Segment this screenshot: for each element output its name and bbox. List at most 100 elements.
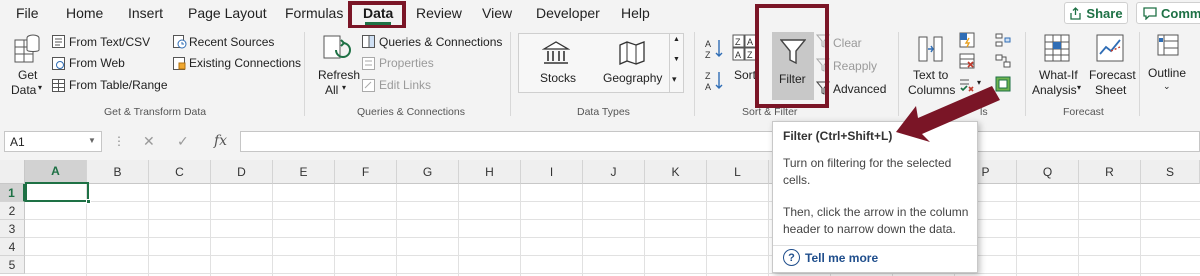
existing-connections-icon xyxy=(173,57,186,70)
tab-page-layout[interactable]: Page Layout xyxy=(188,5,267,21)
what-if-analysis-icon xyxy=(1044,34,1070,62)
recent-sources-icon xyxy=(173,35,187,49)
row-header-1[interactable]: 1 xyxy=(0,184,25,202)
tab-view[interactable]: View xyxy=(482,5,512,21)
tooltip-description-2: Then, click the arrow in the column head… xyxy=(783,205,969,236)
grid-row-line xyxy=(25,273,1200,274)
menu-bar: File Home Insert Page Layout Formulas Da… xyxy=(0,0,1200,28)
get-data-label-1: Get xyxy=(18,68,38,82)
remove-duplicates-icon xyxy=(959,53,975,69)
data-types-scroll[interactable]: ▲ ▼ ▾ xyxy=(669,34,683,92)
outline-icon xyxy=(1157,34,1179,56)
enter-icon[interactable]: ✓ xyxy=(177,133,189,150)
chevron-down-icon: ▾ xyxy=(342,83,347,92)
grid-column-line xyxy=(1140,184,1141,276)
row-header-4[interactable]: 4 xyxy=(0,238,25,256)
bank-icon xyxy=(542,41,570,64)
grid-column-line xyxy=(272,184,273,276)
comment-icon xyxy=(1143,6,1157,20)
group-label-data-types: Data Types xyxy=(577,106,630,118)
svg-text:Z: Z xyxy=(705,71,711,81)
grid-column-line xyxy=(148,184,149,276)
refresh-label-2: All xyxy=(325,83,339,97)
row-header-5[interactable]: 5 xyxy=(0,256,25,274)
chevron-down-icon[interactable]: ▼ xyxy=(88,136,96,145)
forecast-sheet-label-1: Forecast xyxy=(1089,68,1136,82)
cancel-icon[interactable]: ✕ xyxy=(143,133,155,150)
text-file-icon xyxy=(52,35,65,48)
properties-icon xyxy=(362,57,375,70)
grid-row-line xyxy=(25,255,1200,256)
tab-review[interactable]: Review xyxy=(416,5,462,21)
row-header-2[interactable]: 2 xyxy=(0,202,25,220)
queries-connections-label: Queries & Connections xyxy=(379,35,503,49)
active-cell-a1[interactable] xyxy=(25,182,89,202)
outline-label: Outline xyxy=(1148,66,1187,80)
share-button[interactable]: Share xyxy=(1064,2,1128,24)
sort-descending-icon: Z A xyxy=(705,71,723,92)
column-header-j[interactable]: J xyxy=(583,160,645,184)
column-header-f[interactable]: F xyxy=(335,160,397,184)
tab-insert[interactable]: Insert xyxy=(128,5,163,21)
column-header-s[interactable]: S xyxy=(1141,160,1200,184)
name-box-value: A1 xyxy=(10,135,25,149)
forecast-sheet-icon xyxy=(1096,34,1124,62)
row-header-3[interactable]: 3 xyxy=(0,220,25,238)
column-header-i[interactable]: I xyxy=(521,160,583,184)
grid-column-line xyxy=(210,184,211,276)
grid-column-line xyxy=(1016,184,1017,276)
tab-file[interactable]: File xyxy=(16,5,39,21)
tab-home[interactable]: Home xyxy=(66,5,103,21)
select-all-corner[interactable] xyxy=(0,160,25,184)
queries-pane-icon xyxy=(362,35,375,48)
sort-label: Sort xyxy=(734,68,757,82)
column-header-c[interactable]: C xyxy=(149,160,211,184)
from-table-range-label: From Table/Range xyxy=(69,78,168,92)
grid-column-line xyxy=(768,184,769,276)
svg-text:Z: Z xyxy=(735,37,741,47)
existing-connections-label: Existing Connections xyxy=(189,56,302,70)
tab-data[interactable]: Data xyxy=(363,5,393,21)
text-to-columns-icon xyxy=(918,36,943,62)
column-header-g[interactable]: G xyxy=(397,160,459,184)
column-header-e[interactable]: E xyxy=(273,160,335,184)
flash-fill-icon xyxy=(959,32,975,48)
column-header-b[interactable]: B xyxy=(87,160,149,184)
tab-help[interactable]: Help xyxy=(621,5,650,21)
group-label-sort-filter: Sort & Filter xyxy=(742,106,798,118)
column-header-h[interactable]: H xyxy=(459,160,521,184)
filter-button[interactable]: Filter xyxy=(772,32,814,100)
column-header-k[interactable]: K xyxy=(645,160,707,184)
comments-button[interactable]: Comm xyxy=(1136,2,1200,24)
column-header-q[interactable]: Q xyxy=(1017,160,1079,184)
formula-bar: A1 ▼ ⋮ ✕ ✓ fx xyxy=(0,128,1200,155)
tab-formulas[interactable]: Formulas xyxy=(285,5,343,21)
ribbon-separator xyxy=(1139,32,1140,116)
chevron-down-icon: ▾ xyxy=(1077,83,1082,92)
column-header-d[interactable]: D xyxy=(211,160,273,184)
get-data-label-2: Data xyxy=(11,83,37,97)
grid-column-line xyxy=(396,184,397,276)
formula-input[interactable] xyxy=(240,131,1200,152)
stocks-label: Stocks xyxy=(540,71,577,85)
relationships-icon xyxy=(995,54,1011,68)
data-model-icon xyxy=(995,76,1011,92)
column-header-a[interactable]: A xyxy=(25,160,87,184)
column-header-l[interactable]: L xyxy=(707,160,769,184)
more-icon: ▾ xyxy=(672,74,677,84)
grid-column-line xyxy=(458,184,459,276)
column-header-r[interactable]: R xyxy=(1079,160,1141,184)
fill-handle[interactable] xyxy=(86,199,91,204)
sort-ascending-icon: A Z xyxy=(705,39,723,60)
grid-column-line xyxy=(520,184,521,276)
chevron-up-icon: ▲ xyxy=(673,36,680,43)
insert-function-icon[interactable]: fx xyxy=(214,133,227,149)
grid-row-line xyxy=(25,219,1200,220)
grid-row-line xyxy=(25,201,1200,202)
tab-developer[interactable]: Developer xyxy=(536,5,600,21)
worksheet-grid[interactable]: ABCDEFGHIJKLMNOPQRS 12345 xyxy=(0,160,1200,276)
grid-column-line xyxy=(582,184,583,276)
comments-label: Comm xyxy=(1161,5,1200,21)
tell-me-more-link[interactable]: Tell me more xyxy=(805,251,878,265)
grid-column-line xyxy=(706,184,707,276)
